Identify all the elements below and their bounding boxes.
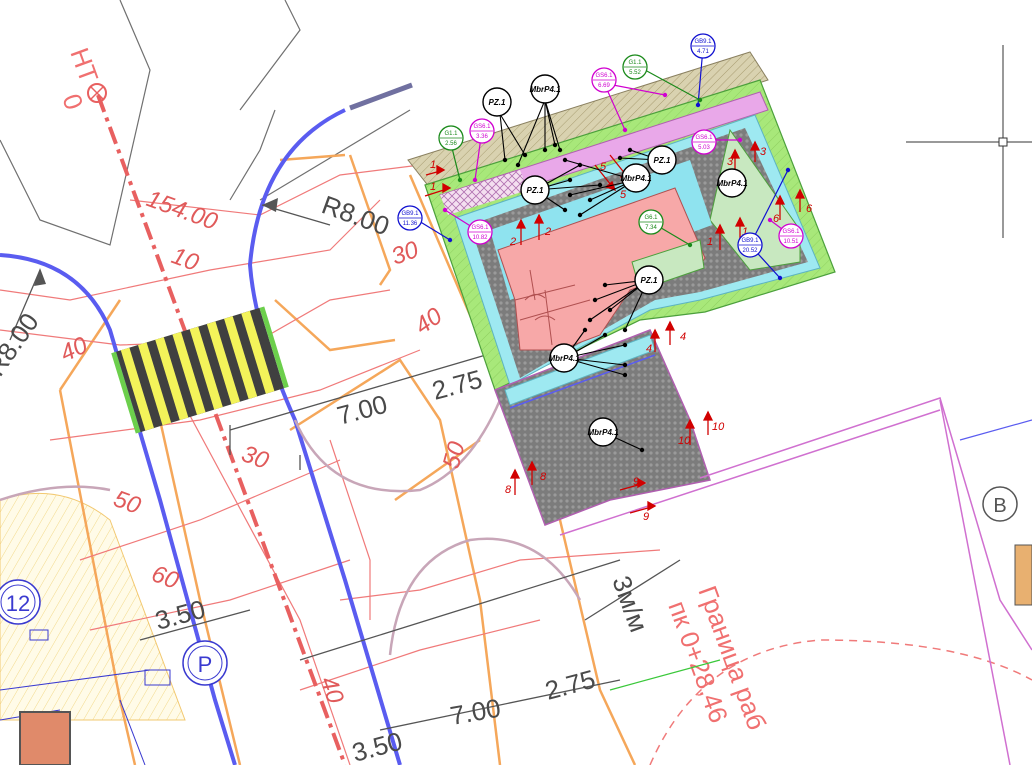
svg-text:5: 5 [620, 189, 627, 201]
svg-text:PZ.1: PZ.1 [654, 156, 671, 165]
station-label: 154.00 [143, 185, 222, 236]
elev-50: 50 [438, 438, 471, 471]
nt-label: НТ [64, 44, 104, 87]
parking-marker: P [182, 640, 228, 686]
svg-text:MbrP4.1: MbrP4.1 [716, 179, 748, 188]
svg-text:G1.1: G1.1 [628, 60, 642, 66]
svg-text:GS6.1: GS6.1 [695, 135, 713, 141]
svg-text:PZ.1: PZ.1 [489, 98, 506, 107]
svg-text:4: 4 [646, 343, 652, 355]
tag-gs-mag-c: GS6.1 10.82 [467, 219, 493, 245]
svg-text:G1.1: G1.1 [444, 131, 458, 137]
svg-text:20.52: 20.52 [742, 248, 758, 254]
tag-gs-mag-d: GS6.1 5.03 [691, 129, 717, 155]
svg-text:7.34: 7.34 [645, 225, 657, 231]
svg-text:4.71: 4.71 [697, 49, 709, 55]
svg-text:MbrP4.1: MbrP4.1 [529, 85, 561, 94]
svg-text:GS6.1: GS6.1 [595, 73, 613, 79]
svg-text:9: 9 [633, 476, 639, 488]
elev-50b: 50 [110, 485, 145, 520]
svg-text:GB9.1: GB9.1 [401, 211, 419, 217]
svg-text:4: 4 [680, 331, 686, 343]
radius-label: R8.00 [318, 189, 393, 241]
svg-text:2: 2 [509, 236, 516, 248]
tag-gs-mag-b: GS6.1 3.36 [469, 118, 495, 144]
svg-text:MbrP4.1: MbrP4.1 [620, 174, 652, 183]
tag-gs-mag-a: GS6.1 6.69 [591, 67, 617, 93]
dim-275-top: 2.75 [429, 364, 486, 406]
svg-text:GB9.1: GB9.1 [694, 39, 712, 45]
tag-g1-green-c: G6.1 7.34 [638, 209, 664, 235]
dim-7-top: 7.00 [334, 389, 391, 431]
svg-text:GB9.1: GB9.1 [741, 238, 759, 244]
callout-pz1-a: PZ.1 [482, 87, 512, 117]
svg-text:8: 8 [540, 471, 547, 483]
svg-text:B: B [993, 495, 1006, 517]
svg-text:1: 1 [430, 159, 436, 171]
svg-text:MbrP4.1: MbrP4.1 [548, 354, 580, 363]
elev-10: 10 [168, 242, 203, 277]
building-number-marker: 12 [0, 579, 41, 625]
svg-text:12: 12 [6, 591, 30, 616]
zero-label: 0 [56, 90, 89, 114]
svg-text:3: 3 [760, 146, 767, 158]
svg-text:10: 10 [712, 421, 725, 433]
svg-text:2.56: 2.56 [445, 141, 457, 147]
crosswalk [111, 306, 289, 434]
tag-gb-blue-a: GB9.1 4.71 [690, 33, 716, 59]
elev-30b: 30 [238, 440, 273, 475]
dim-350-mid: 3.50 [152, 594, 209, 636]
svg-text:6: 6 [806, 203, 813, 215]
svg-text:P: P [198, 652, 213, 677]
svg-text:GS6.1: GS6.1 [782, 229, 800, 235]
svg-text:GS6.1: GS6.1 [473, 124, 491, 130]
svg-text:1: 1 [707, 236, 713, 248]
dimension-arrow [34, 268, 46, 286]
dim-275-bottom: 2.75 [542, 664, 599, 706]
building-corner-right [1014, 544, 1032, 606]
svg-text:MbrP4.1: MbrP4.1 [587, 428, 619, 437]
elev-40: 40 [410, 302, 448, 340]
tag-gb-blue-c: GB9.1 20.52 [737, 232, 763, 258]
cursor-crosshair [906, 45, 1032, 238]
callout-pz1-b: PZ.1 [520, 175, 550, 205]
svg-text:2: 2 [544, 226, 551, 238]
callout-pz1-d: PZ.1 [634, 265, 664, 295]
callout-pz1-c: PZ.1 [647, 145, 677, 175]
svg-text:11.36: 11.36 [403, 221, 418, 227]
svg-text:3: 3 [727, 156, 734, 168]
svg-text:10.51: 10.51 [783, 239, 799, 245]
svg-text:10.82: 10.82 [472, 235, 488, 241]
svg-text:1: 1 [430, 181, 436, 193]
svg-text:PZ.1: PZ.1 [527, 186, 544, 195]
svg-text:9: 9 [643, 511, 649, 523]
axis-b-marker: B [982, 486, 1018, 522]
building-corner [19, 711, 71, 765]
svg-text:PZ.1: PZ.1 [641, 276, 658, 285]
elev-40b: 40 [56, 331, 92, 367]
svg-text:10: 10 [678, 435, 691, 447]
svg-text:G6.1: G6.1 [644, 215, 658, 221]
tag-g1-green: G1.1 5.52 [622, 54, 648, 80]
svg-text:3.36: 3.36 [476, 134, 488, 140]
svg-text:5.03: 5.03 [698, 145, 710, 151]
elev-30: 30 [388, 236, 423, 271]
callout-mbrp-a: MbrP4.1 [529, 74, 561, 104]
svg-text:GS6.1: GS6.1 [471, 225, 489, 231]
tag-gs-mag-e: GS6.1 10.51 [778, 223, 804, 249]
site-plan-drawing: 1 1 2 2 1 1 3 3 4 4 6 6 8 8 10 10 9 9 5 … [0, 0, 1032, 765]
tag-g1-green-b: G1.1 2.56 [438, 125, 464, 151]
tag-gb-blue-b: GB9.1 11.36 [397, 205, 423, 231]
svg-text:5.52: 5.52 [629, 70, 641, 76]
radius-left-label: R8.00 [0, 307, 45, 381]
svg-text:8: 8 [505, 484, 512, 496]
svg-text:6.69: 6.69 [598, 83, 610, 89]
